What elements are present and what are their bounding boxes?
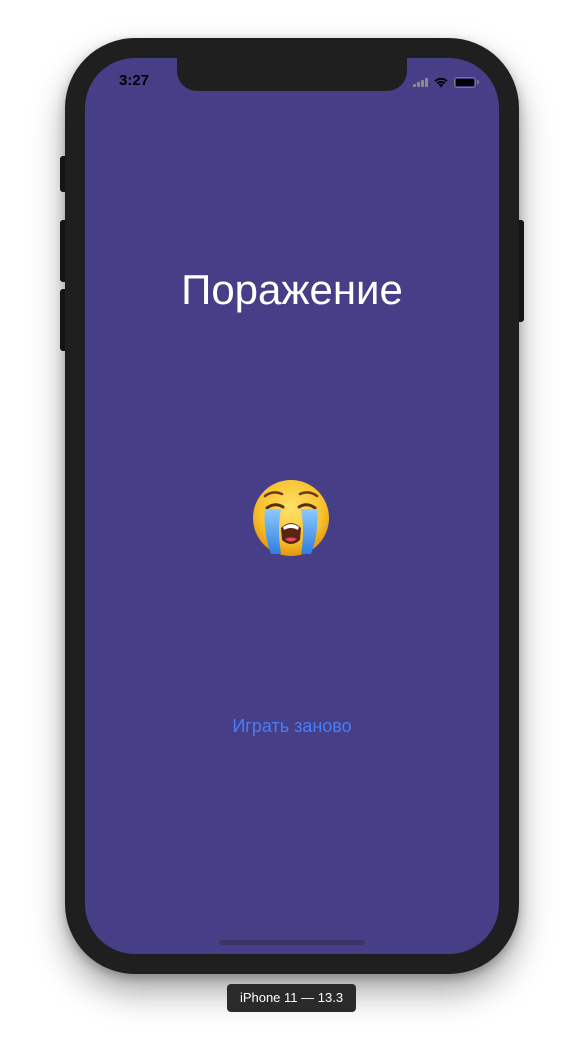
page-title: Поражение — [181, 266, 403, 313]
home-indicator — [219, 940, 365, 945]
notch — [177, 58, 407, 91]
battery-icon — [454, 76, 479, 88]
cellular-signal-icon — [413, 77, 428, 87]
device-label: iPhone 11 — 13.3 — [227, 984, 356, 1012]
status-time: 3:27 — [119, 72, 150, 89]
loudly-crying-face-icon — [253, 480, 329, 556]
simulator-stage: 3:27 Поражение Играть заново iPhone 11 —… — [0, 0, 584, 1048]
play-again-button[interactable]: Играть заново — [85, 716, 499, 737]
app-screen: 3:27 Поражение Играть заново — [85, 58, 499, 954]
status-icons — [413, 76, 479, 88]
wifi-icon — [434, 77, 448, 88]
